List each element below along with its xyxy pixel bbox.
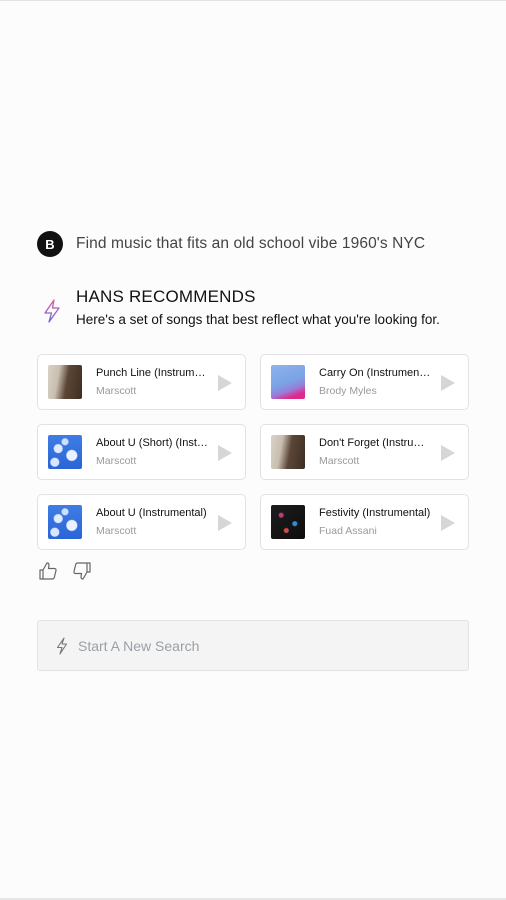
user-query: B Find music that fits an old school vib… [37, 231, 425, 257]
song-artist: Marscott [96, 455, 137, 467]
song-title: About U (Instrumental) [96, 507, 207, 519]
thumbs-down-icon[interactable] [72, 561, 92, 581]
album-art [271, 435, 305, 469]
play-icon[interactable] [217, 374, 233, 392]
album-art [271, 505, 305, 539]
song-title: Festivity (Instrumental) [319, 507, 431, 519]
recommendation-subtitle: Here's a set of songs that best reflect … [76, 312, 440, 327]
song-card[interactable]: Carry On (Instrumental) Brody Myles [260, 354, 469, 410]
song-card[interactable]: About U (Instrumental) Marscott [37, 494, 246, 550]
bolt-icon [56, 636, 68, 655]
play-icon[interactable] [217, 514, 233, 532]
play-icon[interactable] [440, 374, 456, 392]
recommendation-title: HANS RECOMMENDS [76, 287, 256, 306]
play-icon[interactable] [440, 444, 456, 462]
user-avatar: B [37, 231, 63, 257]
song-card[interactable]: About U (Short) (Instrumental) Marscott [37, 424, 246, 480]
album-art [48, 365, 82, 399]
song-title: About U (Short) (Instrumental) [96, 437, 210, 449]
song-artist: Fuad Assani [319, 525, 377, 537]
bolt-icon [44, 299, 60, 323]
song-artist: Marscott [319, 455, 360, 467]
song-artist: Marscott [96, 385, 137, 397]
thumbs-up-icon[interactable] [38, 561, 58, 581]
album-art [48, 435, 82, 469]
album-art [48, 505, 82, 539]
song-title: Punch Line (Instrumental) [96, 367, 210, 379]
play-icon[interactable] [440, 514, 456, 532]
song-grid: Punch Line (Instrumental) Marscott Carry… [37, 354, 469, 550]
query-text: Find music that fits an old school vibe … [76, 235, 426, 252]
song-artist: Brody Myles [319, 385, 377, 397]
recommendation-header: HANS RECOMMENDS Here's a set of songs th… [43, 287, 440, 327]
search-input[interactable] [78, 637, 438, 654]
album-art [271, 365, 305, 399]
song-card[interactable]: Don't Forget (Instrumental) Marscott [260, 424, 469, 480]
song-card[interactable]: Festivity (Instrumental) Fuad Assani [260, 494, 469, 550]
new-search-box[interactable] [37, 620, 469, 671]
song-title: Don't Forget (Instrumental) [319, 437, 433, 449]
play-icon[interactable] [217, 444, 233, 462]
song-artist: Marscott [96, 525, 137, 537]
feedback-buttons [38, 561, 106, 581]
song-card[interactable]: Punch Line (Instrumental) Marscott [37, 354, 246, 410]
song-title: Carry On (Instrumental) [319, 367, 433, 379]
top-divider [0, 0, 506, 1]
